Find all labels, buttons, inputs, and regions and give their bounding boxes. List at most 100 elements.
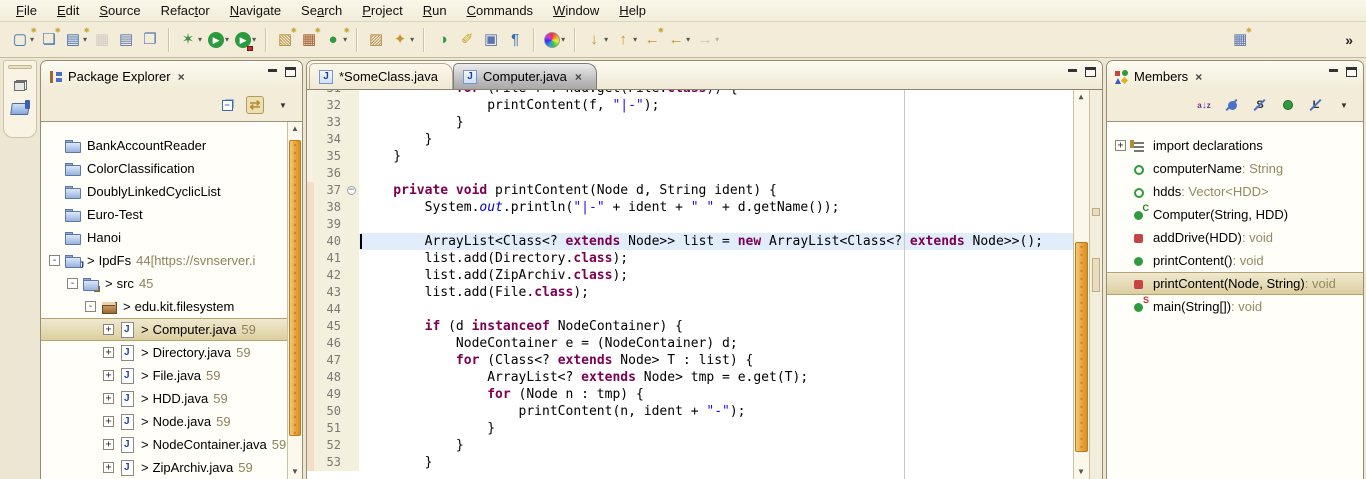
collapse-all-icon[interactable]: − (218, 96, 236, 114)
code-text[interactable]: if (d instanceof NodeContainer) { (359, 318, 1074, 335)
code-text[interactable] (359, 165, 1074, 182)
minimized-view-icon[interactable] (11, 102, 29, 115)
dropdown-arrow-icon[interactable]: ▾ (343, 35, 347, 44)
code-line-40[interactable]: 40 ArrayList<Class<? extends Node>> list… (307, 233, 1102, 250)
sort-icon[interactable]: a↓z (1195, 96, 1213, 114)
code-text[interactable]: } (359, 114, 1074, 131)
code-line-52[interactable]: 52 } (307, 437, 1102, 454)
code-text[interactable]: list.add(Directory.class); (359, 250, 1074, 267)
tree-item-nodecontainer-java[interactable]: +>NodeContainer.java59 (41, 433, 289, 456)
dropdown-arrow-icon[interactable]: ▾ (225, 35, 229, 44)
new-package-icon[interactable]: ▦✶ (297, 27, 321, 53)
scrollbar-thumb[interactable] (289, 140, 301, 436)
member-item-main-string[interactable]: Smain(String[]) : void (1107, 295, 1363, 318)
print-icon[interactable]: ▤ (114, 27, 138, 53)
expander-icon[interactable]: + (103, 416, 114, 427)
code-line-41[interactable]: 41 list.add(Directory.class); (307, 250, 1102, 267)
code-line-38[interactable]: 38 System.out.println("|-" + ident + " "… (307, 199, 1102, 216)
code-line-32[interactable]: 32 printContent(f, "|-"); (307, 97, 1102, 114)
menu-file[interactable]: File (6, 0, 47, 21)
expander-icon[interactable]: + (103, 370, 114, 381)
expander-icon[interactable]: - (67, 278, 78, 289)
code-text[interactable]: for (Class<? extends Node> T : list) { (359, 352, 1074, 369)
menu-run[interactable]: Run (413, 0, 457, 21)
menu-commands[interactable]: Commands (457, 0, 543, 21)
maximize-button[interactable] (1085, 67, 1096, 77)
overview-mark[interactable] (1092, 258, 1100, 292)
tree-item-directory-java[interactable]: +>Directory.java59 (41, 341, 289, 364)
menu-help[interactable]: Help (609, 0, 656, 21)
hide-fields-icon[interactable] (1223, 96, 1241, 114)
code-text[interactable] (359, 216, 1074, 233)
menu-refactor[interactable]: Refactor (151, 0, 220, 21)
code-text[interactable]: } (359, 148, 1074, 165)
menu-navigate[interactable]: Navigate (220, 0, 291, 21)
maximize-button[interactable] (285, 67, 296, 77)
tree-item-ipdfs[interactable]: -J>IpdFs44 [https://svnserver.i (41, 249, 289, 272)
tree-item-doublylinkedcycliclist[interactable]: DoublyLinkedCyclicList (41, 180, 289, 203)
code-text[interactable]: System.out.println("|-" + ident + " " + … (359, 199, 1074, 216)
tree-item-hanoi[interactable]: Hanoi (41, 226, 289, 249)
tree-item-node-java[interactable]: +>Node.java59 (41, 410, 289, 433)
code-line-50[interactable]: 50 printContent(n, ident + "-"); (307, 403, 1102, 420)
mark-occurrences-icon[interactable]: ✐ (455, 27, 479, 53)
save-icon[interactable]: ▦ (90, 27, 114, 53)
expander-icon[interactable]: + (103, 462, 114, 473)
collapse-fold-icon[interactable]: − (347, 186, 356, 195)
scrollbar-thumb[interactable] (1075, 242, 1088, 452)
close-icon[interactable]: × (1195, 70, 1202, 84)
scroll-up-icon[interactable]: ▲ (1076, 92, 1086, 102)
editor-scrollbar[interactable]: ▲ ▼ (1073, 90, 1090, 479)
search-icon[interactable]: ✦▾ (388, 27, 417, 53)
scroll-down-icon[interactable]: ▼ (290, 467, 300, 477)
close-icon[interactable]: × (178, 70, 185, 84)
run-icon[interactable]: ▶▾ (205, 27, 232, 53)
code-line-53[interactable]: 53 } (307, 454, 1102, 471)
hide-local-types-icon[interactable]: L (1307, 96, 1325, 114)
new-wizard-icon[interactable]: ▢✶▾ (8, 27, 37, 53)
new-view-icon[interactable]: ▤✶▾ (61, 27, 90, 53)
close-icon[interactable]: × (575, 70, 582, 84)
tree-item-bankaccountreader[interactable]: BankAccountReader (41, 134, 289, 157)
editor-tab-computer[interactable]: J Computer.java × (453, 63, 597, 89)
forward-icon[interactable]: →▾ (693, 27, 722, 53)
dropdown-arrow-icon[interactable]: ▾ (30, 35, 34, 44)
minimize-button[interactable] (1067, 67, 1078, 77)
code-line-51[interactable]: 51 } (307, 420, 1102, 437)
expander-icon[interactable]: + (103, 393, 114, 404)
next-annotation-icon[interactable]: ↓▾ (582, 27, 611, 53)
code-text[interactable]: ArrayList<Class<? extends Node>> list = … (359, 233, 1074, 250)
back-icon[interactable]: ←▾ (664, 27, 693, 53)
code-line-34[interactable]: 34 } (307, 131, 1102, 148)
code-text[interactable]: list.add(File.class); (359, 284, 1074, 301)
color-theme-icon[interactable]: ▾ (541, 27, 568, 53)
tree-item-edu-kit-filesystem[interactable]: ->edu.kit.filesystem (41, 295, 289, 318)
minimize-button[interactable] (267, 67, 278, 77)
code-line-47[interactable]: 47 for (Class<? extends Node> T : list) … (307, 352, 1102, 369)
tree-item-file-java[interactable]: +>File.java59 (41, 364, 289, 387)
new-window-icon[interactable]: ❏✶ (37, 27, 61, 53)
previous-annotation-icon[interactable]: ↑▾ (611, 27, 640, 53)
code-line-42[interactable]: 42 list.add(ZipArchiv.class); (307, 267, 1102, 284)
member-item-adddrive-hdd[interactable]: addDrive(HDD) : void (1107, 226, 1363, 249)
code-text[interactable]: } (359, 437, 1074, 454)
overview-ruler[interactable] (1090, 90, 1102, 479)
code-line-49[interactable]: 49 for (Node n : tmp) { (307, 386, 1102, 403)
member-item-import-declarations[interactable]: +import declarations (1107, 134, 1363, 157)
tree-item-ziparchiv-java[interactable]: +>ZipArchiv.java59 (41, 456, 289, 479)
code-line-35[interactable]: 35 } (307, 148, 1102, 165)
link-with-editor-icon[interactable]: ⇄ (246, 96, 264, 114)
member-item-computername[interactable]: computerName : String (1107, 157, 1363, 180)
code-text[interactable]: NodeContainer e = (NodeContainer) d; (359, 335, 1074, 352)
menu-edit[interactable]: Edit (47, 0, 89, 21)
code-line-44[interactable]: 44 (307, 301, 1102, 318)
tree-item-hdd-java[interactable]: +>HDD.java59 (41, 387, 289, 410)
member-item-computer-string-hdd[interactable]: CComputer(String, HDD) (1107, 203, 1363, 226)
dropdown-arrow-icon[interactable]: ▾ (83, 35, 87, 44)
expander-icon[interactable]: - (85, 301, 96, 312)
debug-icon[interactable]: ✶▾ (176, 27, 205, 53)
code-line-36[interactable]: 36 (307, 165, 1102, 182)
open-perspective-icon[interactable]: ▦✶ (1228, 27, 1252, 53)
code-line-31[interactable]: 31 for (File f : hdd.get(File.class)) { (307, 89, 1102, 97)
menu-project[interactable]: Project (352, 0, 412, 21)
